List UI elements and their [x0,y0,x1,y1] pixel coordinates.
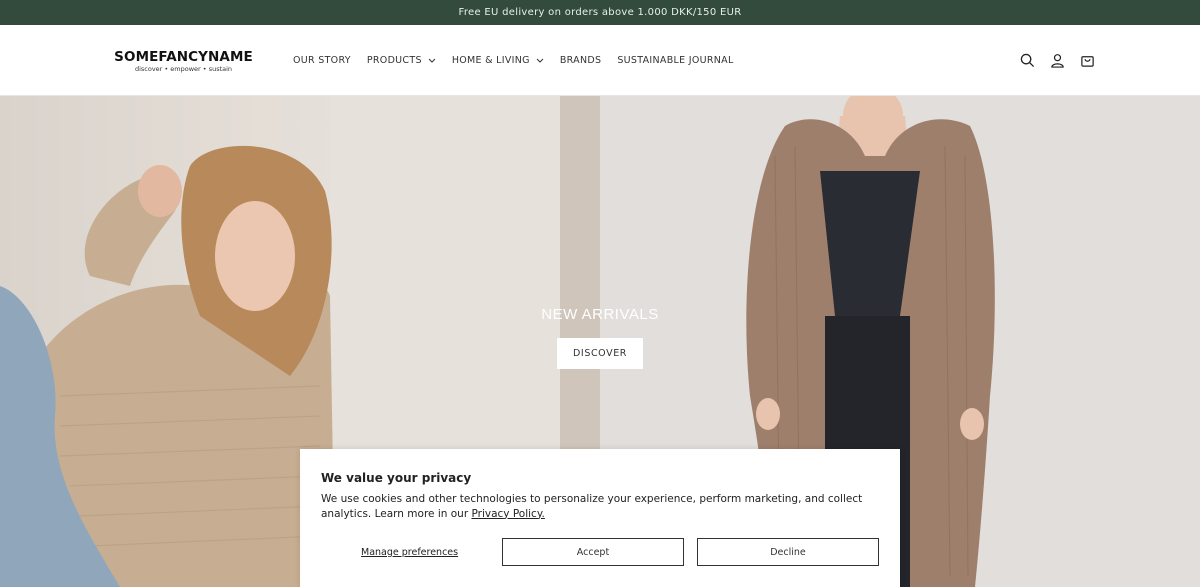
chevron-down-icon [536,58,544,63]
discover-button[interactable]: DISCOVER [557,338,643,369]
hero-title: NEW ARRIVALS [541,306,659,323]
announcement-text: Free EU delivery on orders above 1.000 D… [458,7,742,18]
cookie-actions: Manage preferences Accept Decline [321,538,879,566]
nav-item-home-living[interactable]: HOME & LIVING [452,55,544,66]
cookie-body: We use cookies and other technologies to… [321,493,863,520]
cookie-banner: We value your privacy We use cookies and… [300,449,900,587]
logo-tagline: discover • empower • sustain [134,65,233,73]
nav-item-label: OUR STORY [293,55,351,66]
cart-icon[interactable] [1078,52,1096,70]
site-header: SOMEFANCYNAME discover • empower • susta… [0,25,1200,96]
nav-item-products[interactable]: PRODUCTS [367,55,436,66]
logo-name: SOMEFANCYNAME [114,49,253,65]
announcement-bar: Free EU delivery on orders above 1.000 D… [0,0,1200,25]
main-nav: OUR STORY PRODUCTS HOME & LIVING BRANDS … [293,25,750,96]
header-icons [1018,25,1096,96]
nav-item-our-story[interactable]: OUR STORY [293,55,351,66]
privacy-policy-link[interactable]: Privacy Policy. [471,508,544,520]
search-icon[interactable] [1018,52,1036,70]
nav-item-label: PRODUCTS [366,55,422,66]
accept-button[interactable]: Accept [502,538,684,566]
logo[interactable]: SOMEFANCYNAME discover • empower • susta… [114,49,253,74]
nav-item-label: HOME & LIVING [451,55,530,66]
decline-button[interactable]: Decline [697,538,879,566]
nav-item-sustainable-journal[interactable]: SUSTAINABLE JOURNAL [617,55,733,66]
manage-preferences-link[interactable]: Manage preferences [361,538,458,566]
cookie-text: We use cookies and other technologies to… [321,492,879,521]
nav-item-brands[interactable]: BRANDS [560,55,601,66]
nav-item-label: SUSTAINABLE JOURNAL [617,55,734,66]
account-icon[interactable] [1048,52,1066,70]
chevron-down-icon [428,58,436,63]
cookie-title: We value your privacy [321,471,472,485]
nav-item-label: BRANDS [559,55,602,66]
